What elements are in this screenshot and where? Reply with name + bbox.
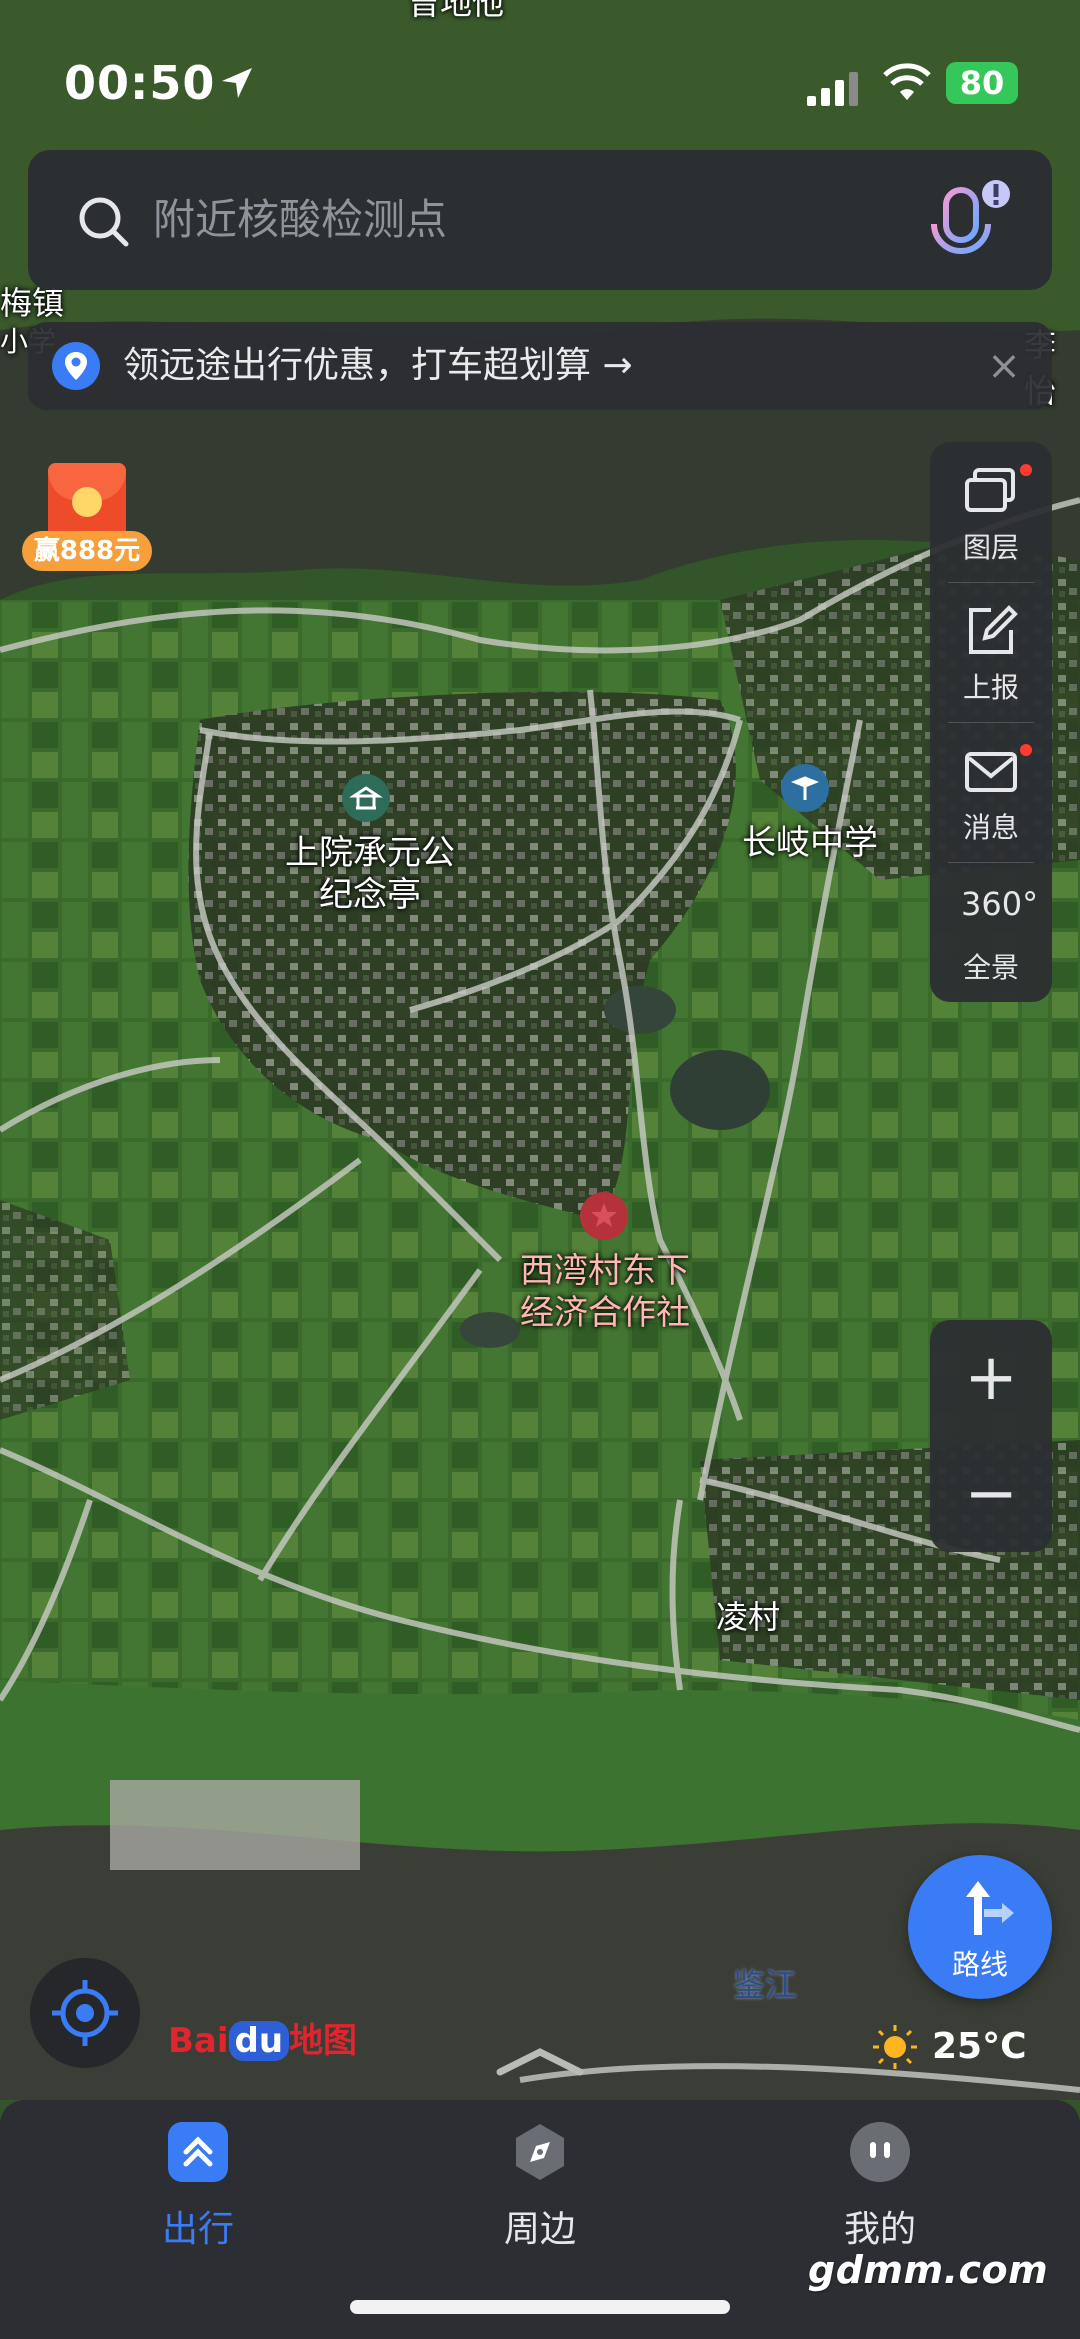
search-icon [79,197,129,247]
poi-pavilion-line1: 上院承元公 [285,833,455,873]
status-bar: 00:50 80 [0,0,1080,160]
zoom-in-button[interactable]: + [930,1320,1052,1436]
poi-pavilion-line2: 纪念亭 [319,875,421,915]
battery-level: 80 [959,64,1005,102]
search-input[interactable]: 附近核酸检测点 [153,190,447,250]
message-envelope-icon [965,752,1017,792]
zoom-out-button[interactable]: − [930,1436,1052,1552]
tab-mine[interactable]: 我的 [780,2122,980,2262]
tab-nearby[interactable]: 周边 [440,2122,640,2262]
tool-messages[interactable]: 消息 [930,722,1052,862]
tab-mine-label: 我的 [843,2209,916,2250]
tool-panorama[interactable]: 360° 全景 [930,862,1052,1002]
red-packet-button[interactable]: 赢888元 [22,455,152,575]
close-icon[interactable]: × [976,338,1032,394]
pull-up-handle-icon[interactable] [490,2040,590,2080]
poi-school[interactable]: 长岐中学 [720,822,900,864]
zoom-controls: + − [930,1320,1052,1552]
tool-report[interactable]: 上报 [930,582,1052,722]
office-pin-icon[interactable] [580,1192,628,1240]
tool-messages-label: 消息 [962,811,1019,844]
status-time: 00:50 [64,56,216,110]
pavilion-pin-icon[interactable] [342,774,390,822]
compass-icon [510,2122,570,2182]
site-watermark: gdmm.com [808,2248,1049,2292]
messages-badge [1020,744,1032,756]
search-bar[interactable]: 附近核酸检测点 [28,150,1052,290]
route-button-label: 路线 [951,1948,1008,1981]
tool-layers[interactable]: 图层 [930,442,1052,582]
layers-badge [1020,464,1032,476]
tab-travel-label: 出行 [161,2209,234,2250]
poi-cooperative-line2: 经济合作社 [520,1293,690,1333]
weather-temp: 25°C [932,2026,1027,2067]
weather-widget[interactable]: 25°C [870,2022,1027,2072]
poi-cooperative-line1: 西湾村东下 [520,1251,690,1291]
report-edit-icon [969,605,1018,654]
wifi-icon [883,63,931,100]
baidu-map-logo: Bai du 地图 [168,2021,358,2061]
battery-indicator: 80 [946,62,1018,104]
crosshair-icon [52,1980,118,2046]
red-packet-label: 赢888元 [22,531,152,571]
promo-banner[interactable]: 领远途出行优惠，打车超划算 → × [28,322,1052,410]
school-pin-icon[interactable] [781,764,829,812]
poi-cooperative[interactable]: 西湾村东下 经济合作社 [490,1250,720,1334]
layers-icon [965,468,1015,512]
tool-layers-label: 图层 [962,531,1019,564]
location-arrow-icon [222,68,252,98]
voice-mic-icon[interactable] [908,172,1018,282]
sun-icon [873,2025,917,2069]
map-label-village: 凌村 [716,1598,781,1636]
panorama-360-icon: 360° [961,885,1039,923]
travel-icon [168,2122,228,2182]
profile-icon [850,2122,910,2182]
location-pin-icon [52,342,100,390]
route-arrows-icon [966,1881,1014,1935]
locate-button[interactable] [30,1958,140,2068]
map-label-river: 鉴江 [733,1966,798,2004]
home-indicator [350,2300,730,2314]
map-tools-panel: 图层 上报 消息 360° 全景 [930,442,1052,1002]
promo-text: 领远途出行优惠，打车超划算 → [123,345,633,386]
cellular-signal-icon [807,72,858,106]
tool-report-label: 上报 [962,671,1019,704]
tool-panorama-label: 全景 [962,951,1019,984]
poi-school-name: 长岐中学 [742,823,878,863]
tab-nearby-label: 周边 [503,2209,576,2250]
route-button[interactable]: 路线 [908,1855,1052,1999]
poi-pavilion[interactable]: 上院承元公 纪念亭 [255,832,485,916]
tab-travel[interactable]: 出行 [98,2122,298,2262]
